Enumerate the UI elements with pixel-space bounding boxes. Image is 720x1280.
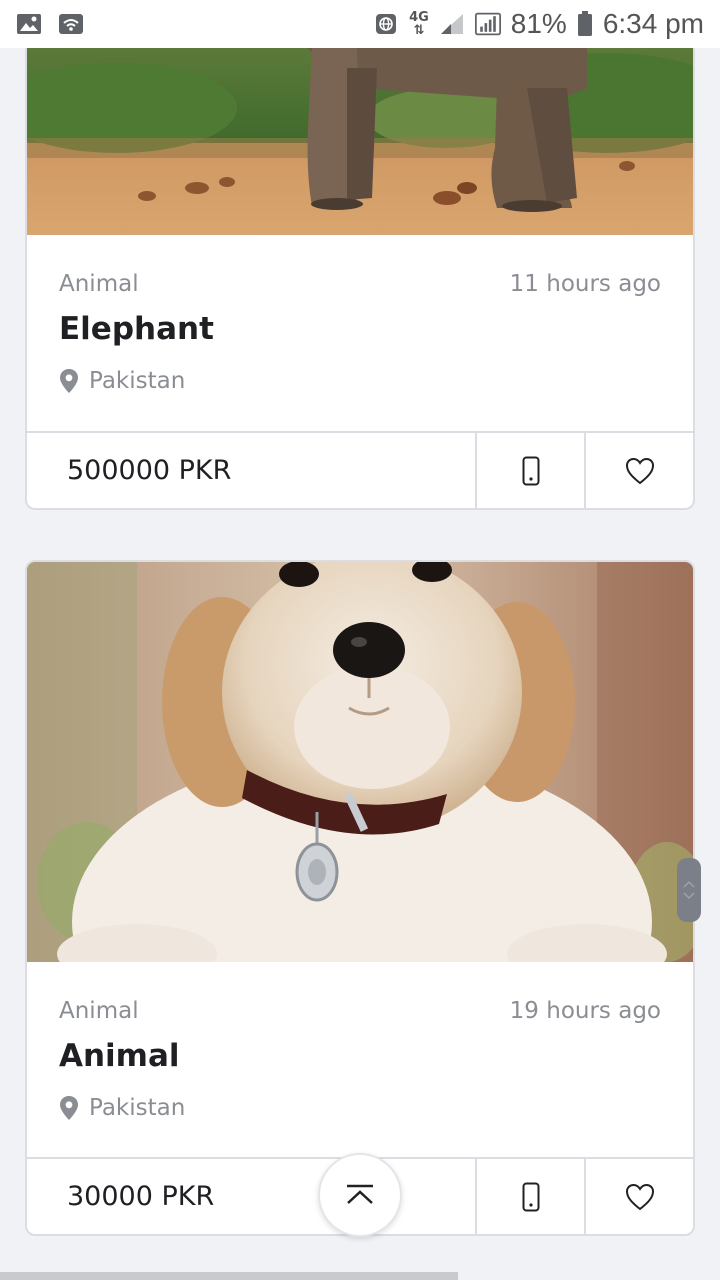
network-type: 4G ⇅ <box>409 10 429 38</box>
image-icon <box>16 12 42 36</box>
status-bar: 4G ⇅ 81% 6:34 pm <box>0 0 720 48</box>
listing-location: Pakistan <box>59 368 185 394</box>
location-pin-icon <box>60 1096 78 1120</box>
phone-icon <box>522 456 539 485</box>
wifi-icon <box>58 12 84 36</box>
listing-time: 11 hours ago <box>509 271 661 297</box>
heart-icon <box>625 457 654 484</box>
listing-category: Animal <box>59 998 139 1024</box>
signal-full-icon <box>474 12 501 36</box>
phone-icon <box>522 1182 539 1211</box>
favorite-button[interactable] <box>584 1159 693 1234</box>
chevron-up-icon <box>683 880 695 888</box>
listing-price: 30000 PKR <box>67 1181 215 1212</box>
clock: 6:34 pm <box>602 8 704 39</box>
listing-time: 19 hours ago <box>509 998 661 1024</box>
heart-icon <box>625 1183 654 1210</box>
scrollbar-handle[interactable] <box>677 858 701 922</box>
battery-percent: 81% <box>510 8 567 39</box>
battery-icon <box>577 11 593 36</box>
call-button[interactable] <box>475 1159 584 1234</box>
listing-location-text: Pakistan <box>89 368 186 394</box>
favorite-button[interactable] <box>584 433 693 508</box>
signal-icon <box>439 12 465 36</box>
listing-title[interactable]: Animal <box>59 1038 180 1074</box>
listing-info: Animal 11 hours ago Elephant Pakistan <box>27 235 693 433</box>
listing-card[interactable]: Animal 11 hours ago Elephant Pakistan 50… <box>25 48 695 510</box>
chevron-down-icon <box>683 892 695 900</box>
listing-card[interactable]: Animal 19 hours ago Animal Pakistan 3000… <box>25 560 695 1236</box>
vpn-icon <box>373 12 399 36</box>
scroll-to-top-button[interactable] <box>318 1153 402 1237</box>
listing-actions: 500000 PKR <box>27 431 693 508</box>
listing-category: Animal <box>59 271 139 297</box>
elephant-photo[interactable] <box>27 48 693 235</box>
call-button[interactable] <box>475 433 584 508</box>
listing-location: Pakistan <box>59 1095 185 1121</box>
listing-location-text: Pakistan <box>89 1095 186 1121</box>
puppy-photo[interactable] <box>27 562 693 962</box>
chevron-up-icon <box>347 1184 373 1204</box>
listing-title[interactable]: Elephant <box>59 311 214 347</box>
listing-price: 500000 PKR <box>67 455 232 486</box>
location-pin-icon <box>60 369 78 393</box>
listing-info: Animal 19 hours ago Animal Pakistan <box>27 962 693 1160</box>
horizontal-scrollbar[interactable] <box>0 1272 458 1280</box>
